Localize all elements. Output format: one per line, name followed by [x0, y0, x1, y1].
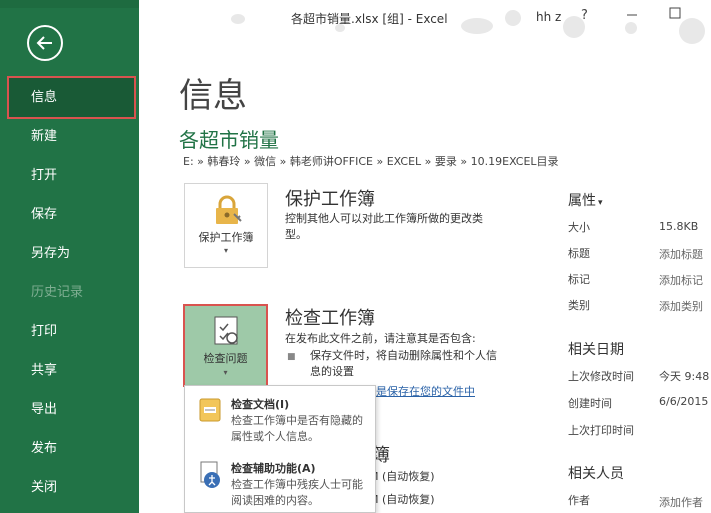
sidebar-item-export[interactable]: 导出	[0, 390, 139, 429]
bullet-square-icon: ■	[287, 352, 296, 362]
menu-item-inspect-document[interactable]: 检查文档(I) 检查工作簿中是否有隐藏的属性或个人信息。	[185, 386, 375, 450]
menu-item-check-accessibility[interactable]: 检查辅助功能(A) 检查工作簿中残疾人士可能阅读困难的内容。	[185, 450, 375, 513]
protect-section-description: 控制其他人可以对此工作簿所做的更改类型。	[285, 212, 483, 241]
protect-tile-label: 保护工作簿	[198, 231, 254, 244]
document-title: 各超市销量	[179, 128, 279, 152]
chevron-down-icon: ▾	[598, 198, 603, 208]
sidebar-item-print[interactable]: 打印	[0, 312, 139, 351]
menu-item-description: 检查工作簿中残疾人士可能阅读困难的内容。	[231, 478, 363, 507]
people-value[interactable]: 添加作者	[659, 494, 703, 510]
property-value[interactable]: 添加标记	[659, 272, 703, 288]
check-issues-menu: 检查文档(I) 检查工作簿中是否有隐藏的属性或个人信息。 检查辅助功能(A) 检…	[184, 385, 376, 513]
title-bar: 各超市销量.xlsx [组] - Excel hh z ?	[139, 0, 711, 44]
sidebar-item-new[interactable]: 新建	[0, 117, 139, 156]
version-row[interactable]: M (自动恢复)	[369, 491, 435, 507]
background-doodle	[231, 14, 245, 24]
date-value: 6/6/2015	[659, 395, 709, 408]
property-value[interactable]: 添加标题	[659, 246, 703, 262]
background-doodle	[505, 10, 521, 26]
minimize-icon	[627, 14, 637, 16]
sidebar-item-open[interactable]: 打开	[0, 156, 139, 195]
inspect-bullet-text: 保存文件时，将自动删除属性和个人信息的设置	[310, 349, 497, 378]
sidebar-item-save-as[interactable]: 另存为	[0, 234, 139, 273]
menu-item-description: 检查工作簿中是否有隐藏的属性或个人信息。	[231, 414, 363, 443]
back-button[interactable]	[27, 25, 63, 61]
help-button[interactable]: ?	[581, 8, 588, 23]
accessibility-icon	[200, 461, 220, 488]
user-name[interactable]: hh z	[536, 10, 561, 24]
page-title: 信息	[179, 76, 247, 116]
sidebar-item-history: 历史记录	[31, 285, 84, 300]
property-label: 类别	[568, 299, 590, 312]
background-doodle	[679, 18, 705, 44]
property-label: 大小	[568, 221, 590, 234]
window-title: 各超市销量.xlsx [组] - Excel	[291, 12, 448, 26]
sidebar-item-share[interactable]: 共享	[0, 351, 139, 390]
backstage-sidebar: 信息 新建 打开 保存 另存为 历史记录 打印 共享 导出 发布 关闭	[0, 0, 139, 513]
sidebar-top-strip	[0, 0, 139, 8]
people-label: 作者	[568, 494, 590, 507]
inspect-document-icon	[214, 316, 238, 345]
inspect-section-title: 检查工作簿	[285, 308, 375, 329]
inspect-tile-label: 检查问题	[203, 352, 248, 365]
minimize-button[interactable]	[625, 6, 639, 24]
date-label: 创建时间	[568, 397, 612, 410]
menu-item-title: 检查辅助功能(A)	[231, 462, 316, 475]
file-path-breadcrumb[interactable]: E: » 韩春玲 » 微信 » 韩老师讲OFFICE » EXCEL » 要录 …	[183, 153, 559, 169]
protect-section-title: 保护工作簿	[285, 189, 375, 210]
inspect-link[interactable]: 是保存在您的文件中	[376, 384, 475, 400]
sidebar-item-close[interactable]: 关闭	[0, 468, 139, 507]
sidebar-item-publish[interactable]: 发布	[0, 429, 139, 468]
date-value: 今天 9:48	[659, 370, 710, 383]
menu-item-title: 检查文档(I)	[231, 398, 290, 411]
properties-title: 属性	[568, 193, 596, 209]
background-doodle	[461, 18, 493, 34]
version-row[interactable]: M (自动恢复)	[369, 468, 435, 484]
protect-workbook-button[interactable]: 保护工作簿 ▾	[184, 183, 268, 268]
maximize-button[interactable]	[668, 6, 682, 24]
property-value: 15.8KB	[659, 220, 699, 233]
sidebar-item-save[interactable]: 保存	[0, 195, 139, 234]
lock-key-icon	[216, 195, 242, 224]
sidebar-item-info[interactable]: 信息	[7, 76, 136, 119]
back-arrow-icon	[36, 36, 52, 50]
maximize-icon	[669, 7, 681, 19]
chevron-down-icon: ▾	[223, 246, 228, 255]
date-label: 上次打印时间	[568, 424, 634, 437]
property-value[interactable]: 添加类别	[659, 298, 703, 314]
property-label: 标题	[568, 247, 590, 260]
property-label: 标记	[568, 273, 590, 286]
related-people-heading: 相关人员	[568, 466, 624, 482]
properties-heading[interactable]: 属性 ▾	[568, 190, 603, 210]
date-label: 上次修改时间	[568, 370, 634, 383]
inspect-document-icon	[199, 398, 221, 422]
check-for-issues-button[interactable]: 检查问题 ▾	[183, 304, 268, 387]
related-dates-heading: 相关日期	[568, 342, 624, 358]
chevron-down-icon: ▾	[223, 368, 228, 377]
inspect-section-intro: 在发布此文件之前，请注意其是否包含:	[285, 332, 476, 345]
